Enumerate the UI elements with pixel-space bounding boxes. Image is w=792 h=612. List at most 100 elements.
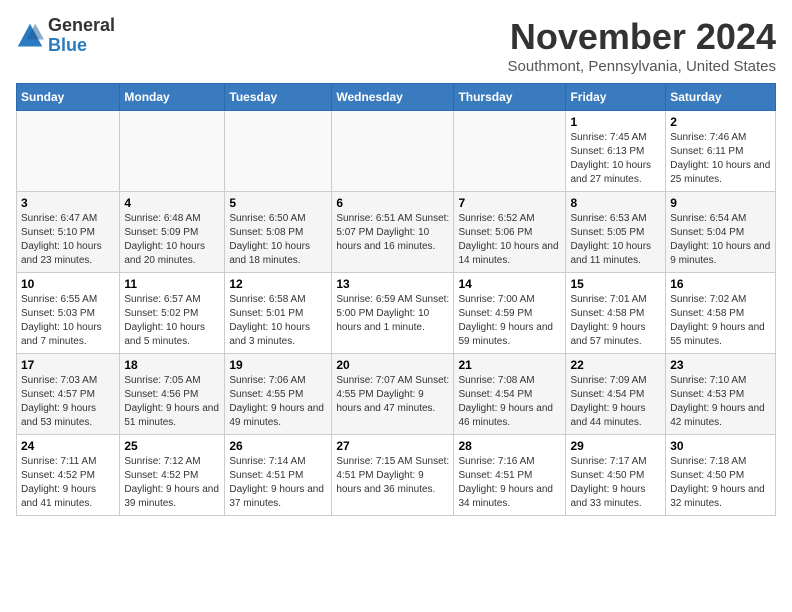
day-number: 30 bbox=[670, 439, 771, 453]
day-of-week-header: Friday bbox=[566, 84, 666, 111]
calendar-week-row: 3 Sunrise: 6:47 AM Sunset: 5:10 PM Daylig… bbox=[17, 192, 776, 273]
calendar-cell: 22 Sunrise: 7:09 AM Sunset: 4:54 PM Dayli… bbox=[566, 354, 666, 435]
day-number: 22 bbox=[570, 358, 661, 372]
day-of-week-header: Wednesday bbox=[332, 84, 454, 111]
day-of-week-header: Sunday bbox=[17, 84, 120, 111]
day-number: 11 bbox=[124, 277, 220, 291]
day-number: 23 bbox=[670, 358, 771, 372]
day-number: 3 bbox=[21, 196, 115, 210]
calendar-week-row: 1Sunrise: 7:45 AM Sunset: 6:13 PM Daylig… bbox=[17, 111, 776, 192]
day-info: Sunrise: 7:16 AM Sunset: 4:51 PM Dayligh… bbox=[458, 455, 561, 511]
calendar-week-row: 17 Sunrise: 7:03 AM Sunset: 4:57 PM Dayli… bbox=[17, 354, 776, 435]
calendar-cell bbox=[454, 111, 566, 192]
calendar-cell: 6 Sunrise: 6:51 AM Sunset: 5:07 PM Daylig… bbox=[332, 192, 454, 273]
calendar-cell: 30 Sunrise: 7:18 AM Sunset: 4:50 PM Dayli… bbox=[666, 435, 776, 516]
day-info: Sunrise: 7:15 AM Sunset: 4:51 PM Dayligh… bbox=[336, 455, 449, 497]
calendar-cell: 11 Sunrise: 6:57 AM Sunset: 5:02 PM Dayli… bbox=[120, 273, 225, 354]
day-number: 29 bbox=[570, 439, 661, 453]
day-number: 2 bbox=[670, 115, 771, 129]
logo-general-text: General bbox=[48, 15, 115, 35]
day-of-week-header: Saturday bbox=[666, 84, 776, 111]
day-info: Sunrise: 6:55 AM Sunset: 5:03 PM Dayligh… bbox=[21, 293, 115, 349]
calendar-cell: 24Sunrise: 7:11 AM Sunset: 4:52 PM Dayli… bbox=[17, 435, 120, 516]
calendar-cell: 12 Sunrise: 6:58 AM Sunset: 5:01 PM Dayli… bbox=[225, 273, 332, 354]
calendar-cell: 5 Sunrise: 6:50 AM Sunset: 5:08 PM Daylig… bbox=[225, 192, 332, 273]
calendar-cell: 28 Sunrise: 7:16 AM Sunset: 4:51 PM Dayli… bbox=[454, 435, 566, 516]
day-number: 27 bbox=[336, 439, 449, 453]
page-header: General Blue November 2024 Southmont, Pe… bbox=[16, 16, 776, 75]
day-info: Sunrise: 6:58 AM Sunset: 5:01 PM Dayligh… bbox=[229, 293, 327, 349]
day-number: 24 bbox=[21, 439, 115, 453]
calendar-cell: 23 Sunrise: 7:10 AM Sunset: 4:53 PM Dayli… bbox=[666, 354, 776, 435]
calendar-cell: 25 Sunrise: 7:12 AM Sunset: 4:52 PM Dayli… bbox=[120, 435, 225, 516]
day-number: 10 bbox=[21, 277, 115, 291]
day-info: Sunrise: 7:03 AM Sunset: 4:57 PM Dayligh… bbox=[21, 374, 115, 430]
calendar-cell: 18 Sunrise: 7:05 AM Sunset: 4:56 PM Dayli… bbox=[120, 354, 225, 435]
calendar-cell: 7 Sunrise: 6:52 AM Sunset: 5:06 PM Daylig… bbox=[454, 192, 566, 273]
day-info: Sunrise: 6:51 AM Sunset: 5:07 PM Dayligh… bbox=[336, 212, 449, 254]
day-number: 16 bbox=[670, 277, 771, 291]
day-info: Sunrise: 7:06 AM Sunset: 4:55 PM Dayligh… bbox=[229, 374, 327, 430]
day-number: 18 bbox=[124, 358, 220, 372]
day-info: Sunrise: 7:01 AM Sunset: 4:58 PM Dayligh… bbox=[570, 293, 661, 349]
calendar-cell bbox=[225, 111, 332, 192]
day-number: 26 bbox=[229, 439, 327, 453]
day-info: Sunrise: 7:10 AM Sunset: 4:53 PM Dayligh… bbox=[670, 374, 771, 430]
calendar-week-row: 10 Sunrise: 6:55 AM Sunset: 5:03 PM Dayli… bbox=[17, 273, 776, 354]
day-info: Sunrise: 7:02 AM Sunset: 4:58 PM Dayligh… bbox=[670, 293, 771, 349]
day-number: 8 bbox=[570, 196, 661, 210]
day-info: Sunrise: 7:00 AM Sunset: 4:59 PM Dayligh… bbox=[458, 293, 561, 349]
calendar-cell: 3 Sunrise: 6:47 AM Sunset: 5:10 PM Daylig… bbox=[17, 192, 120, 273]
day-info: Sunrise: 6:57 AM Sunset: 5:02 PM Dayligh… bbox=[124, 293, 220, 349]
logo-icon bbox=[16, 22, 44, 50]
day-number: 19 bbox=[229, 358, 327, 372]
day-info: Sunrise: 6:54 AM Sunset: 5:04 PM Dayligh… bbox=[670, 212, 771, 268]
day-number: 17 bbox=[21, 358, 115, 372]
day-number: 25 bbox=[124, 439, 220, 453]
day-info: Sunrise: 7:08 AM Sunset: 4:54 PM Dayligh… bbox=[458, 374, 561, 430]
calendar-cell: 9 Sunrise: 6:54 AM Sunset: 5:04 PM Daylig… bbox=[666, 192, 776, 273]
calendar-cell: 13 Sunrise: 6:59 AM Sunset: 5:00 PM Dayli… bbox=[332, 273, 454, 354]
day-number: 21 bbox=[458, 358, 561, 372]
day-number: 5 bbox=[229, 196, 327, 210]
day-number: 4 bbox=[124, 196, 220, 210]
day-info: Sunrise: 6:50 AM Sunset: 5:08 PM Dayligh… bbox=[229, 212, 327, 268]
day-number: 9 bbox=[670, 196, 771, 210]
day-info: Sunrise: 7:14 AM Sunset: 4:51 PM Dayligh… bbox=[229, 455, 327, 511]
day-number: 7 bbox=[458, 196, 561, 210]
location: Southmont, Pennsylvania, United States bbox=[508, 58, 777, 75]
day-info: Sunrise: 7:09 AM Sunset: 4:54 PM Dayligh… bbox=[570, 374, 661, 430]
day-info: Sunrise: 6:52 AM Sunset: 5:06 PM Dayligh… bbox=[458, 212, 561, 268]
day-info: Sunrise: 6:47 AM Sunset: 5:10 PM Dayligh… bbox=[21, 212, 115, 268]
day-number: 12 bbox=[229, 277, 327, 291]
day-number: 28 bbox=[458, 439, 561, 453]
day-info: Sunrise: 7:45 AM Sunset: 6:13 PM Dayligh… bbox=[570, 131, 661, 187]
calendar-cell bbox=[120, 111, 225, 192]
day-number: 6 bbox=[336, 196, 449, 210]
calendar-table: SundayMondayTuesdayWednesdayThursdayFrid… bbox=[16, 83, 776, 516]
calendar-cell: 8Sunrise: 6:53 AM Sunset: 5:05 PM Daylig… bbox=[566, 192, 666, 273]
calendar-cell: 1Sunrise: 7:45 AM Sunset: 6:13 PM Daylig… bbox=[566, 111, 666, 192]
calendar-cell bbox=[332, 111, 454, 192]
calendar-cell: 16 Sunrise: 7:02 AM Sunset: 4:58 PM Dayli… bbox=[666, 273, 776, 354]
day-number: 15 bbox=[570, 277, 661, 291]
day-info: Sunrise: 7:12 AM Sunset: 4:52 PM Dayligh… bbox=[124, 455, 220, 511]
day-info: Sunrise: 7:07 AM Sunset: 4:55 PM Dayligh… bbox=[336, 374, 449, 416]
calendar-cell: 29Sunrise: 7:17 AM Sunset: 4:50 PM Dayli… bbox=[566, 435, 666, 516]
day-number: 20 bbox=[336, 358, 449, 372]
day-number: 14 bbox=[458, 277, 561, 291]
day-info: Sunrise: 6:59 AM Sunset: 5:00 PM Dayligh… bbox=[336, 293, 449, 335]
calendar-cell: 26 Sunrise: 7:14 AM Sunset: 4:51 PM Dayli… bbox=[225, 435, 332, 516]
calendar-cell: 10 Sunrise: 6:55 AM Sunset: 5:03 PM Dayli… bbox=[17, 273, 120, 354]
day-of-week-header: Tuesday bbox=[225, 84, 332, 111]
day-number: 13 bbox=[336, 277, 449, 291]
calendar-cell: 17 Sunrise: 7:03 AM Sunset: 4:57 PM Dayli… bbox=[17, 354, 120, 435]
day-info: Sunrise: 6:48 AM Sunset: 5:09 PM Dayligh… bbox=[124, 212, 220, 268]
logo: General Blue bbox=[16, 16, 115, 56]
day-info: Sunrise: 7:05 AM Sunset: 4:56 PM Dayligh… bbox=[124, 374, 220, 430]
day-info: Sunrise: 7:18 AM Sunset: 4:50 PM Dayligh… bbox=[670, 455, 771, 511]
logo-blue-text: Blue bbox=[48, 35, 87, 55]
calendar-cell: 14 Sunrise: 7:00 AM Sunset: 4:59 PM Dayli… bbox=[454, 273, 566, 354]
calendar-cell: 15 Sunrise: 7:01 AM Sunset: 4:58 PM Dayli… bbox=[566, 273, 666, 354]
day-of-week-header: Monday bbox=[120, 84, 225, 111]
